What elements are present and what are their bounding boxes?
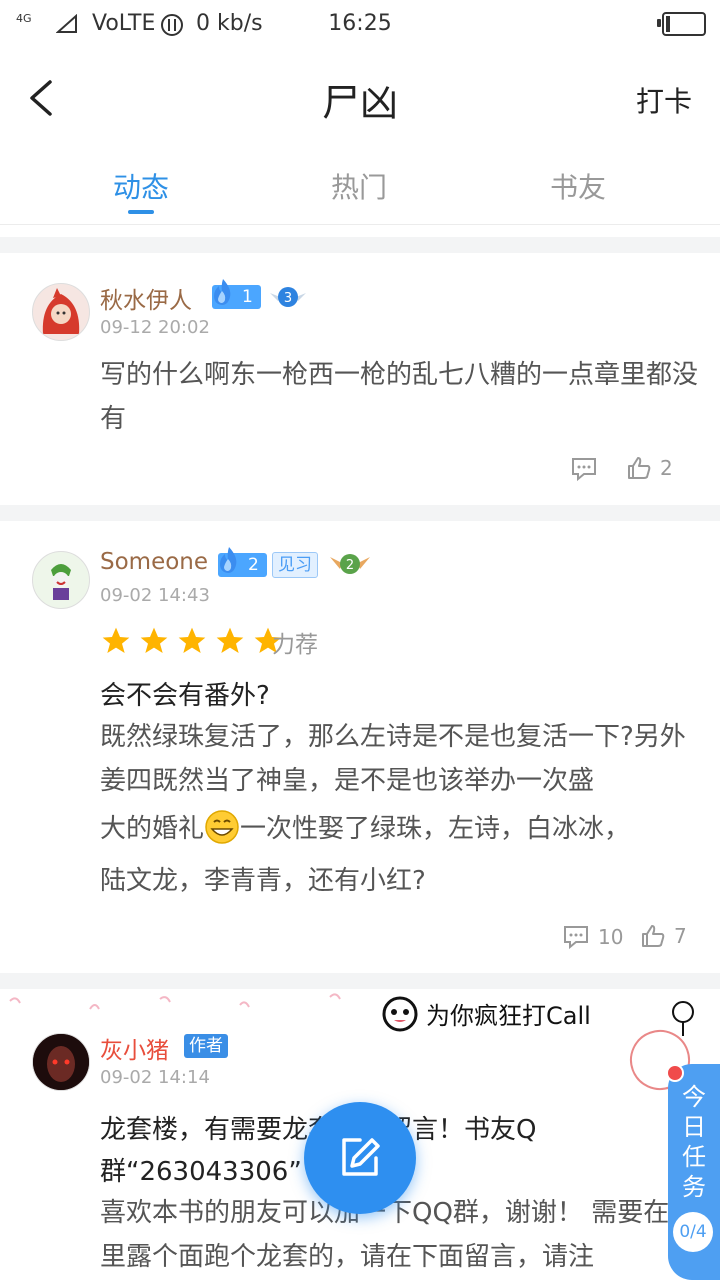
post-content-line: 既然绿珠复活了，那么左诗是不是也复活一下?另外姜四既然当了神皇，是不是也该举办一… — [100, 722, 686, 796]
compose-button[interactable] — [304, 1102, 416, 1214]
daily-task-widget[interactable]: 今日任务 0/4 — [666, 1064, 720, 1280]
petal-decoration-icon — [9, 993, 341, 1010]
post-content-line: 大的婚礼 一次性娶了绿珠，左诗，白冰冰， — [100, 807, 700, 851]
daily-task-label: 今日任务 — [682, 1083, 706, 1201]
post-title[interactable]: 群“263043306” — [100, 1151, 302, 1188]
flame-icon — [214, 279, 231, 305]
post-content-fragment: 一次性娶了绿珠，左诗，白冰冰， — [240, 814, 631, 844]
notification-dot — [666, 1064, 684, 1082]
author-tag: 作者 — [184, 1034, 228, 1058]
like-count: 7 — [674, 924, 687, 948]
like-button[interactable]: 2 — [626, 455, 673, 481]
fan-level-badge: 2 — [218, 547, 267, 577]
medal-level: 2 — [346, 558, 354, 573]
post-date: 09-12 20:02 — [100, 317, 210, 338]
star-icon — [140, 627, 168, 653]
comment-count: 10 — [598, 925, 624, 949]
flame-icon — [220, 547, 237, 573]
post-actions: 2 — [570, 455, 690, 485]
star-icon — [178, 627, 206, 653]
star-icon — [102, 627, 130, 653]
winged-medal-icon: 3 — [270, 287, 306, 307]
battery-icon — [657, 12, 706, 36]
post-date: 09-02 14:43 — [100, 585, 210, 606]
tab-friends[interactable]: 书友 — [550, 166, 606, 206]
divider — [0, 505, 720, 521]
post-date: 09-02 14:14 — [100, 1067, 210, 1088]
thumbs-up-icon — [628, 457, 651, 479]
post-card[interactable]: Someone 2 见习 2 09-02 14:43 力荐 会不会有番外? 既然… — [0, 521, 720, 973]
comment-icon — [572, 458, 596, 482]
post-actions: 10 7 — [562, 923, 690, 953]
avatar[interactable] — [32, 551, 90, 609]
post-content[interactable]: 写的什么啊东一枪西一枪的乱七八糟的一点章里都没有 — [100, 353, 700, 441]
winged-medal-icon: 2 — [330, 554, 370, 574]
comment-button[interactable]: 10 — [562, 923, 623, 951]
fan-level-value: 1 — [242, 287, 253, 307]
avatar[interactable] — [32, 283, 90, 341]
like-count: 2 — [660, 456, 673, 480]
tab-hot[interactable]: 热门 — [331, 166, 387, 206]
apprentice-tag: 见习 — [272, 552, 318, 578]
username[interactable]: Someone — [100, 549, 208, 575]
username[interactable]: 灰小猪 — [100, 1031, 169, 1065]
post-title[interactable]: 会不会有番外? — [100, 675, 270, 712]
tab-activity[interactable]: 动态 — [113, 166, 169, 206]
fan-level-badge: 1 — [212, 279, 261, 309]
checkin-button[interactable]: 打卡 — [636, 80, 692, 120]
post-content-line: 陆文龙，李青青，还有小红? — [100, 866, 426, 896]
star-icon — [216, 627, 244, 653]
daily-task-count: 0/4 — [673, 1212, 713, 1252]
thumbs-up-icon — [642, 925, 665, 947]
status-bar: 4G VoLTE 0 kb/s 16:25 — [0, 0, 720, 50]
comment-icon — [564, 926, 588, 950]
rating-stars — [100, 625, 290, 657]
clock: 16:25 — [328, 11, 392, 36]
avatar[interactable] — [32, 1033, 90, 1091]
edit-icon — [342, 1138, 380, 1176]
banner-text: 为你疯狂打Call — [426, 1002, 591, 1030]
grin-emoji-icon — [205, 810, 239, 844]
post-content-fragment: 大的婚礼 — [100, 814, 205, 844]
divider — [0, 973, 720, 989]
comment-button[interactable] — [570, 455, 598, 483]
like-button[interactable]: 7 — [640, 923, 687, 949]
medal-level: 3 — [284, 291, 292, 306]
rating-label: 力荐 — [272, 632, 318, 658]
fan-level-value: 2 — [248, 555, 259, 575]
username[interactable]: 秋水伊人 — [100, 281, 192, 315]
tab-bar: 动态 热门 书友 — [0, 146, 720, 225]
dark-face-avatar-icon — [33, 1034, 89, 1090]
post-content[interactable]: 喜欢本书的朋友可以加一下QQ群，谢谢！ 需要在书里露个面跑个龙套的，请在下面留言… — [100, 1191, 700, 1279]
red-hood-avatar-icon — [42, 288, 80, 334]
post-content[interactable]: 既然绿珠复活了，那么左诗是不是也复活一下?另外姜四既然当了神皇，是不是也该举办一… — [100, 715, 700, 903]
post-card[interactable]: 秋水伊人 1 3 09-12 20:02 写的什么啊东一枪西一枪的乱七八糟的一点… — [0, 253, 720, 505]
active-tab-indicator — [128, 210, 154, 214]
app-header: 尸凶 打卡 — [0, 50, 720, 146]
divider — [0, 237, 720, 253]
joker-avatar-icon — [51, 564, 71, 600]
page-title: 尸凶 — [321, 81, 398, 125]
